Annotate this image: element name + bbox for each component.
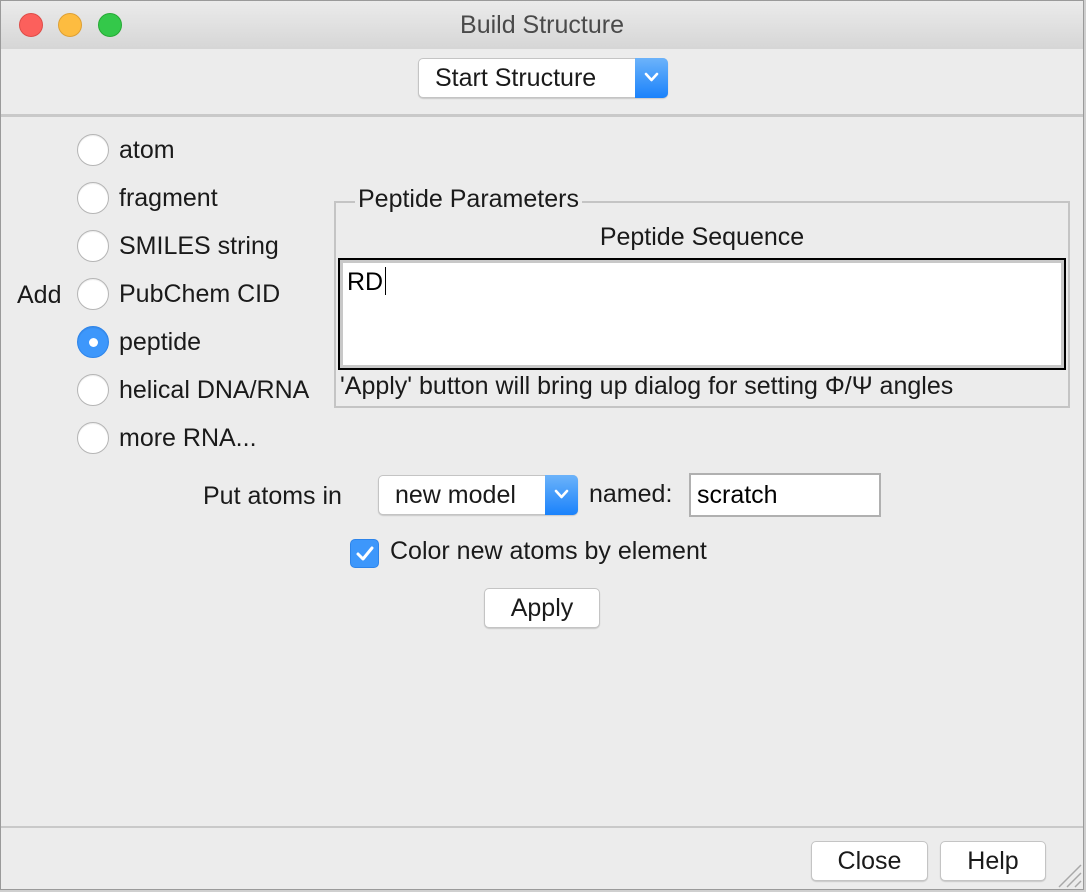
radio-atom[interactable] — [77, 134, 109, 166]
mode-popup-label: Start Structure — [435, 64, 597, 92]
radio-label-smiles-string[interactable]: SMILES string — [119, 232, 279, 261]
apply-hint-text: 'Apply' button will bring up dialog for … — [340, 372, 954, 400]
peptide-parameters-title: Peptide Parameters — [355, 185, 582, 214]
model-name-input[interactable]: scratch — [689, 473, 881, 517]
peptide-sequence-input[interactable]: RD — [338, 258, 1066, 370]
checkmark-icon — [356, 546, 374, 561]
named-label: named: — [589, 480, 673, 508]
radio-label-fragment[interactable]: fragment — [119, 184, 218, 213]
mode-popup-button[interactable]: Start Structure — [418, 58, 668, 98]
help-button[interactable]: Help — [940, 841, 1046, 881]
radio-label-helical-dna-rna[interactable]: helical DNA/RNA — [119, 376, 309, 405]
radio-fragment[interactable] — [77, 182, 109, 214]
radio-label-atom[interactable]: atom — [119, 136, 175, 165]
radio-pubchem-cid[interactable] — [77, 278, 109, 310]
chevron-down-icon — [635, 58, 668, 98]
text-caret — [385, 267, 387, 295]
chevron-down-icon — [545, 475, 578, 515]
model-popup-button[interactable]: new model — [378, 475, 578, 515]
model-name-value[interactable]: scratch — [697, 481, 778, 510]
radio-peptide[interactable] — [77, 326, 109, 358]
build-structure-window: Build Structure Start Structure Add atom… — [0, 0, 1084, 890]
peptide-parameters-group: Peptide Sequence RD 'Apply' button will … — [334, 201, 1070, 408]
add-label: Add — [17, 281, 62, 309]
peptide-sequence-value[interactable]: RD — [347, 267, 387, 297]
toolbar: Start Structure — [1, 49, 1083, 113]
content-panel: Add atom fragment SMILES string PubChem … — [1, 114, 1083, 826]
bottom-button-bar: Close Help — [1, 826, 1083, 889]
radio-smiles-string[interactable] — [77, 230, 109, 262]
window-title: Build Structure — [460, 11, 624, 39]
radio-helical-dna-rna[interactable] — [77, 374, 109, 406]
radio-label-more-rna[interactable]: more RNA... — [119, 424, 257, 453]
put-atoms-label: Put atoms in — [203, 482, 342, 510]
title-bar[interactable]: Build Structure — [1, 1, 1083, 50]
color-by-element-label[interactable]: Color new atoms by element — [390, 537, 707, 566]
model-popup-label: new model — [395, 481, 516, 509]
radio-label-pubchem-cid[interactable]: PubChem CID — [119, 280, 280, 309]
peptide-sequence-label: Peptide Sequence — [599, 223, 805, 251]
close-button[interactable]: Close — [811, 841, 928, 881]
apply-button[interactable]: Apply — [484, 588, 600, 628]
color-by-element-checkbox[interactable] — [350, 539, 379, 568]
radio-label-peptide[interactable]: peptide — [119, 328, 201, 357]
resize-grip-icon[interactable] — [1053, 859, 1083, 889]
radio-more-rna[interactable] — [77, 422, 109, 454]
